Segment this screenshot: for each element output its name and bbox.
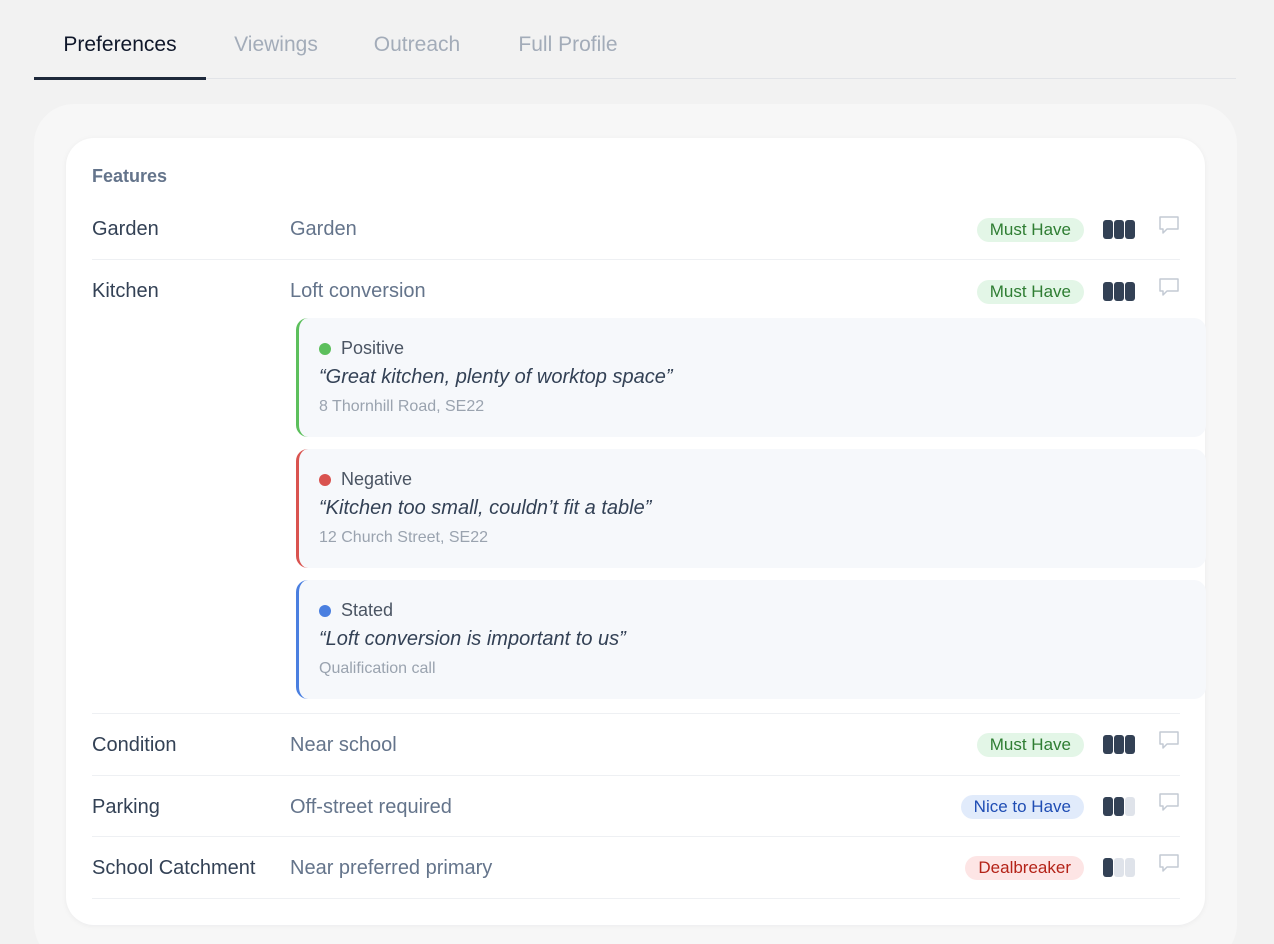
- row-value: Garden: [290, 218, 357, 240]
- evidence-quote: “Loft conversion is important to us”: [319, 628, 626, 650]
- preference-row-kitchen: Kitchen Loft conversion Must Have Positi…: [92, 260, 1206, 714]
- evidence-type: Positive: [319, 338, 404, 359]
- row-label: Condition: [92, 734, 177, 756]
- strength-bar: [1125, 220, 1135, 239]
- priority-badge[interactable]: Must Have: [976, 218, 1084, 242]
- comment-icon[interactable]: [1158, 853, 1180, 873]
- preference-row-condition: Condition Near school Must Have: [92, 714, 1180, 776]
- row-value: Loft conversion: [290, 280, 426, 302]
- strength-bar: [1125, 858, 1135, 877]
- strength-indicator[interactable]: [1103, 282, 1136, 301]
- strength-bar: [1103, 282, 1113, 301]
- tab-preferences[interactable]: Preferences: [34, 0, 206, 80]
- row-value: Near preferred primary: [290, 857, 493, 879]
- evidence-card-negative: Negative “Kitchen too small, couldn’t fi…: [296, 449, 1206, 568]
- features-card: Features Garden Garden Must Have Kitchen…: [66, 138, 1206, 925]
- evidence-quote: “Kitchen too small, couldn’t fit a table…: [319, 497, 652, 519]
- comment-icon[interactable]: [1158, 730, 1180, 750]
- row-value: Off-street required: [290, 796, 452, 818]
- row-label: School Catchment: [92, 857, 256, 879]
- comment-icon[interactable]: [1158, 215, 1180, 235]
- row-label: Garden: [92, 218, 159, 240]
- section-title: Features: [92, 166, 168, 186]
- tab-full-profile[interactable]: Full Profile: [496, 0, 640, 79]
- strength-bar: [1114, 220, 1124, 239]
- strength-bar: [1114, 735, 1124, 754]
- evidence-type-label: Negative: [341, 469, 413, 489]
- row-label: Kitchen: [92, 280, 159, 302]
- evidence-type-label: Stated: [341, 600, 394, 620]
- preference-row-parking: Parking Off-street required Nice to Have: [92, 776, 1180, 837]
- strength-bar: [1114, 858, 1124, 877]
- strength-indicator[interactable]: [1103, 220, 1136, 239]
- evidence-quote: “Great kitchen, plenty of worktop space”: [319, 366, 673, 388]
- tab-outreach[interactable]: Outreach: [352, 0, 482, 79]
- strength-bar: [1114, 282, 1124, 301]
- priority-badge[interactable]: Must Have: [976, 733, 1084, 757]
- priority-badge[interactable]: Must Have: [976, 280, 1084, 304]
- strength-bar: [1103, 220, 1113, 239]
- strength-indicator[interactable]: [1103, 797, 1136, 816]
- stated-dot-icon: [319, 604, 331, 617]
- evidence-source: 8 Thornhill Road, SE22: [319, 398, 485, 415]
- tab-viewings[interactable]: Viewings: [206, 0, 346, 79]
- positive-dot-icon: [319, 342, 331, 355]
- preferences-panel: Features Garden Garden Must Have Kitchen…: [34, 104, 1237, 944]
- comment-icon[interactable]: [1158, 277, 1180, 297]
- priority-badge[interactable]: Dealbreaker: [965, 856, 1084, 880]
- evidence-card-stated: Stated “Loft conversion is important to …: [296, 580, 1206, 699]
- evidence-source: Qualification call: [319, 660, 436, 677]
- comment-icon[interactable]: [1158, 792, 1180, 812]
- row-value: Near school: [290, 734, 397, 756]
- strength-bar: [1125, 797, 1135, 816]
- tab-bar: Preferences Viewings Outreach Full Profi…: [34, 0, 1236, 80]
- strength-bar: [1125, 282, 1135, 301]
- strength-bar: [1103, 858, 1113, 877]
- strength-indicator[interactable]: [1103, 735, 1136, 754]
- preference-row-garden: Garden Garden Must Have: [92, 198, 1180, 260]
- evidence-card-positive: Positive “Great kitchen, plenty of workt…: [296, 318, 1206, 437]
- preference-row-school-catchment: School Catchment Near preferred primary …: [92, 837, 1180, 899]
- strength-indicator[interactable]: [1103, 858, 1136, 877]
- evidence-type: Negative: [319, 469, 412, 490]
- strength-bar: [1103, 735, 1113, 754]
- row-label: Parking: [92, 796, 160, 818]
- strength-bar: [1114, 797, 1124, 816]
- negative-dot-icon: [319, 473, 331, 486]
- priority-badge[interactable]: Nice to Have: [960, 795, 1084, 819]
- strength-bar: [1103, 797, 1113, 816]
- evidence-type-label: Positive: [341, 338, 405, 358]
- strength-bar: [1125, 735, 1135, 754]
- evidence-source: 12 Church Street, SE22: [319, 529, 488, 546]
- evidence-type: Stated: [319, 600, 393, 621]
